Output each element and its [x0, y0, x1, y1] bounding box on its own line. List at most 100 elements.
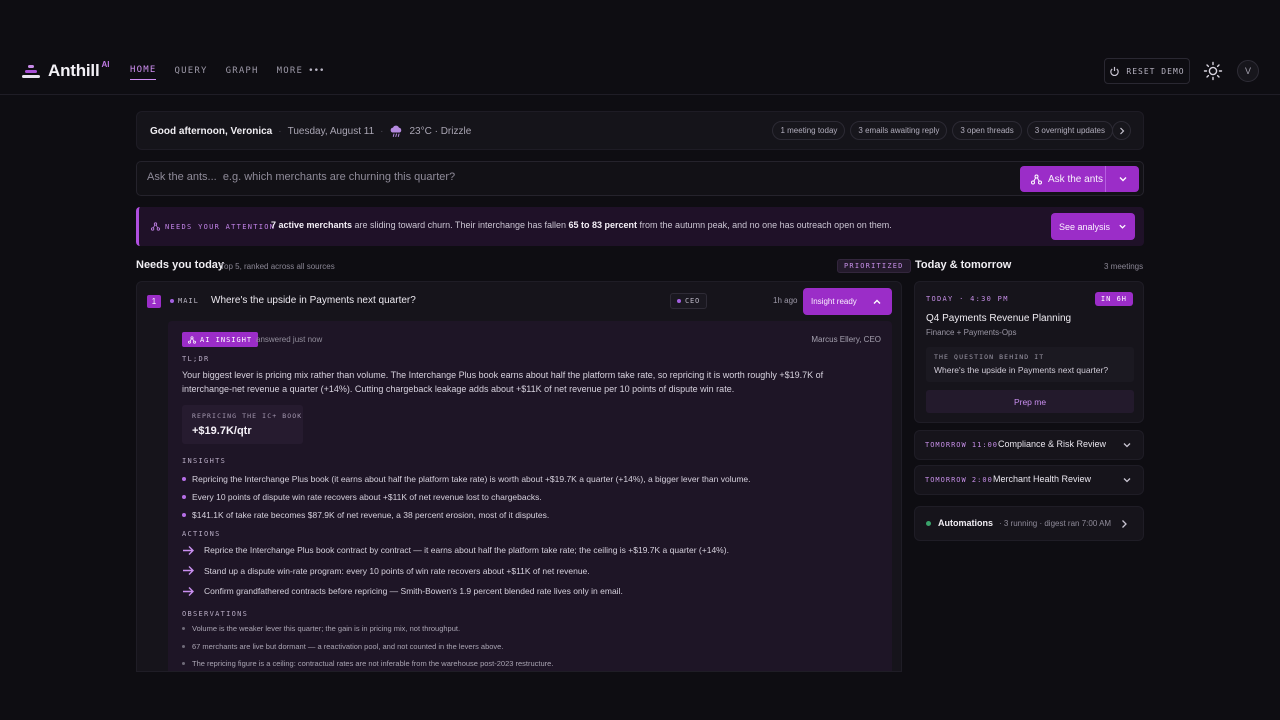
meeting-time: TODAY · 4:30 PM [926, 295, 1009, 303]
meeting-row-title: Compliance & Risk Review [998, 439, 1107, 449]
summary-chips: 1 meeting today 3 emails awaiting reply … [772, 121, 1131, 140]
priority-item-header[interactable]: 1 MAIL Where's the upside in Payments ne… [137, 282, 901, 320]
meeting-team: Finance + Payments-Ops [926, 328, 1017, 337]
automations-card[interactable]: Automations · 3 running · digest ran 7:0… [914, 506, 1144, 541]
chevron-down-icon [1123, 443, 1131, 448]
meeting-question-box: THE QUESTION BEHIND IT Where's the upsid… [926, 347, 1134, 382]
actions-label: ACTIONS [182, 530, 221, 538]
action-item[interactable]: Stand up a dispute win-rate program: eve… [182, 561, 882, 582]
weather-text: 23°C · Drizzle [409, 125, 472, 137]
metric-card: REPRICING THE IC+ BOOK +$19.7K/qtr [182, 405, 303, 444]
ask-input[interactable] [147, 171, 967, 183]
observations-label: OBSERVATIONS [182, 610, 249, 618]
needs-today-subtitle: Top 5, ranked across all sources [220, 262, 335, 271]
nav-more[interactable]: MORE ••• [277, 65, 325, 80]
source-dot-icon [170, 299, 174, 303]
insight-item: Repricing the Interchange Plus book (it … [182, 470, 882, 488]
meeting-row-merchant-health[interactable]: TOMORROW 2:00 Merchant Health Review [914, 465, 1144, 495]
today-tomorrow-title: Today & tomorrow [915, 259, 1012, 271]
greeting-strip: Good afternoon, Veronica · Tuesday, Augu… [136, 111, 1144, 150]
insight-text: Repricing the Interchange Plus book (it … [192, 474, 751, 484]
insights-label: INSIGHTS [182, 457, 227, 465]
item-time-ago: 1h ago [773, 296, 798, 305]
automations-status: · 3 running · digest ran 7:00 AM [999, 519, 1112, 528]
insight-text: $141.1K of take rate becomes $87.9K of n… [192, 510, 550, 520]
bullet-icon [182, 495, 186, 499]
tldr-text: Your biggest lever is pricing mix rather… [182, 370, 824, 394]
chips-next-button[interactable] [1112, 121, 1131, 140]
action-item[interactable]: Reprice the Interchange Plus book contra… [182, 540, 882, 561]
chip-updates[interactable]: 3 overnight updates [1026, 121, 1113, 140]
insight-ready-button[interactable]: Insight ready [803, 288, 892, 315]
arrow-right-icon [183, 586, 194, 596]
observation-item: 67 merchants are live but dormant — a re… [182, 638, 882, 656]
chevron-up-icon [873, 299, 881, 304]
app-name-sup: AI [101, 59, 110, 69]
network-icon [151, 222, 160, 231]
user-avatar[interactable]: V [1237, 60, 1259, 82]
chevron-right-icon [1119, 127, 1124, 134]
question-label: THE QUESTION BEHIND IT [934, 353, 1045, 361]
ai-insight-label: AI INSIGHT [200, 335, 253, 344]
actions-list: Reprice the Interchange Plus book contra… [182, 540, 882, 602]
chip-meetings[interactable]: 1 meeting today [772, 121, 846, 140]
metric-value: +$19.7K/qtr [192, 425, 252, 437]
ask-options-dropdown[interactable] [1106, 174, 1139, 184]
app-logo[interactable]: Anthill AI [22, 59, 110, 81]
attention-label-text: NEEDS YOUR ATTENTION [165, 222, 276, 231]
chevron-down-icon [1123, 478, 1131, 483]
meeting-row-time: TOMORROW 11:00 [925, 441, 999, 449]
chip-threads[interactable]: 3 open threads [952, 121, 1022, 140]
anthill-logo-icon [22, 63, 40, 79]
tldr-label: TL;DR [182, 355, 210, 363]
ask-the-ants-button[interactable]: Ask the ants [1020, 166, 1106, 192]
app-name: Anthill [48, 61, 100, 80]
meeting-row-time: TOMORROW 2:00 [925, 476, 993, 484]
observation-item: The repricing figure is a ceiling: contr… [182, 655, 882, 671]
sender-role-label: CEO [685, 297, 701, 305]
meeting-title: Q4 Payments Revenue Planning [926, 313, 1072, 324]
separator: · [278, 125, 282, 137]
meeting-countdown-badge: IN 6H [1094, 292, 1133, 306]
prep-me-button[interactable]: Prep me [926, 390, 1134, 413]
reset-demo-button[interactable]: RESET DEMO [1104, 58, 1190, 84]
bullet-icon [182, 644, 185, 648]
answered-time: answered just now [256, 335, 323, 344]
priority-item-card: 1 MAIL Where's the upside in Payments ne… [136, 281, 902, 672]
chip-emails[interactable]: 3 emails awaiting reply [850, 121, 948, 140]
arrow-right-icon [183, 566, 194, 576]
greeting-text: Good afternoon, Veronica [150, 125, 273, 137]
sender-role-tag: CEO [670, 293, 708, 309]
attention-text-1: are sliding toward churn. Their intercha… [352, 220, 569, 230]
network-icon [1031, 174, 1042, 184]
action-item[interactable]: Confirm grandfathered contracts before r… [182, 581, 882, 602]
source-label: MAIL [178, 297, 199, 305]
bullet-icon [182, 627, 185, 631]
priority-rank: 1 [147, 295, 161, 308]
sun-icon[interactable] [1203, 61, 1223, 81]
prioritized-badge: PRIORITIZED [837, 259, 911, 273]
attention-text-2: from the autumn peak, and no one has out… [637, 220, 892, 230]
rain-cloud-icon [391, 125, 402, 137]
insights-list: Repricing the Interchange Plus book (it … [182, 470, 882, 524]
nav-query[interactable]: QUERY [174, 65, 207, 80]
bullet-icon [182, 477, 186, 481]
chevron-down-icon [1119, 224, 1126, 229]
question-text: Where's the upside in Payments next quar… [934, 365, 1109, 375]
nav-graph[interactable]: GRAPH [226, 65, 259, 80]
insight-item: Every 10 points of dispute win rate reco… [182, 488, 882, 506]
meeting-row-title: Merchant Health Review [993, 474, 1092, 484]
meeting-row-compliance[interactable]: TOMORROW 11:00 Compliance & Risk Review [914, 430, 1144, 460]
attention-bold-merchants: 7 active merchants [271, 220, 353, 230]
bullet-icon [182, 662, 185, 666]
attention-label: NEEDS YOUR ATTENTION [151, 222, 275, 231]
network-icon [188, 335, 196, 344]
source-tag: MAIL [170, 297, 199, 305]
nav-home[interactable]: HOME [130, 65, 157, 80]
action-text: Confirm grandfathered contracts before r… [204, 586, 623, 597]
power-icon [1110, 66, 1120, 76]
ellipsis-icon: ••• [308, 65, 325, 76]
see-analysis-button[interactable]: See analysis [1051, 213, 1135, 240]
priority-item-title: Where's the upside in Payments next quar… [211, 295, 416, 306]
top-nav-bar: Anthill AI HOME QUERY GRAPH MORE ••• RES… [0, 48, 1280, 95]
